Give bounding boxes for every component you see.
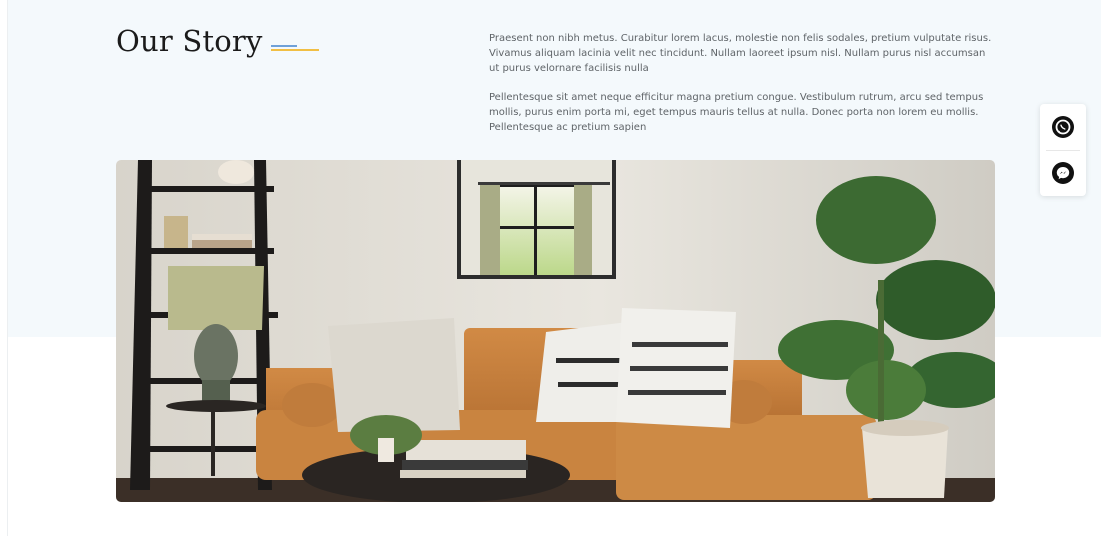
contact-dock	[1040, 104, 1086, 196]
whatsapp-icon	[1052, 116, 1074, 138]
messenger-button[interactable]	[1040, 150, 1086, 196]
accent-line-yellow	[270, 49, 319, 51]
accent-line-blue	[270, 45, 297, 47]
living-room-photo	[116, 160, 995, 502]
messenger-icon	[1052, 162, 1074, 184]
title-accent-underline	[270, 45, 321, 53]
section-title: Our Story	[116, 24, 263, 58]
story-paragraph-2: Pellentesque sit amet neque efficitur ma…	[489, 92, 984, 133]
section-heading: Our Story	[116, 24, 321, 58]
whatsapp-button[interactable]	[1040, 104, 1086, 150]
story-text: Praesent non nibh metus. Curabitur lorem…	[489, 31, 997, 149]
story-paragraph-1: Praesent non nibh metus. Curabitur lorem…	[489, 33, 992, 74]
